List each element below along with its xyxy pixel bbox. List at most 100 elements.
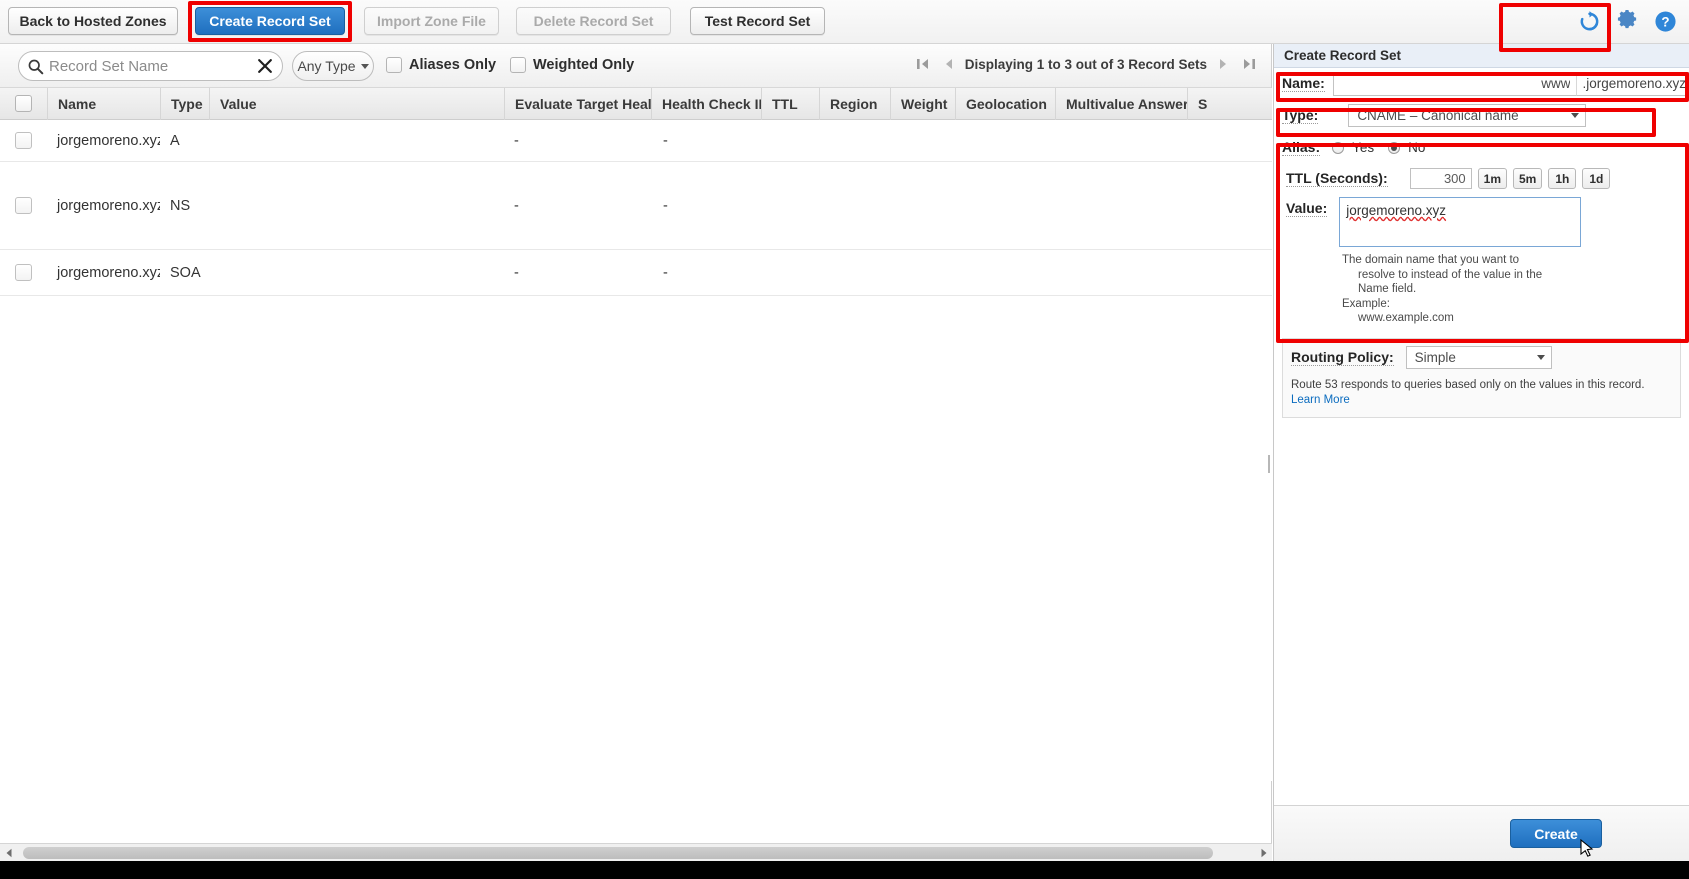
pagination-controls: Displaying 1 to 3 out of 3 Record Sets — [915, 56, 1257, 72]
cell-health-check-id: - — [651, 198, 761, 214]
alias-yes-radio[interactable] — [1332, 142, 1344, 154]
scroll-right-icon[interactable] — [1255, 844, 1272, 862]
type-filter-dropdown[interactable]: Any Type — [292, 51, 374, 81]
row-select-cell[interactable] — [0, 197, 47, 214]
alias-no-label: No — [1408, 140, 1425, 155]
cell-type: NS — [160, 198, 209, 214]
routing-policy-label: Routing Policy: — [1291, 349, 1394, 366]
ttl-preset-1h[interactable]: 1h — [1548, 168, 1576, 189]
search-icon — [27, 58, 44, 75]
column-header-set-id[interactable]: S — [1187, 88, 1217, 120]
column-header-region[interactable]: Region — [819, 88, 890, 120]
scroll-left-icon[interactable] — [0, 844, 17, 862]
weighted-only-checkbox[interactable]: Weighted Only — [510, 57, 634, 73]
value-help-line-3: Name field. — [1342, 282, 1689, 297]
checkbox-icon — [386, 57, 402, 73]
type-dropdown[interactable]: CNAME – Canonical name — [1348, 104, 1586, 127]
weighted-only-label: Weighted Only — [533, 57, 634, 73]
ttl-label: TTL (Seconds): — [1286, 170, 1388, 187]
name-input[interactable] — [1333, 72, 1577, 96]
ttl-preset-5m[interactable]: 5m — [1513, 168, 1542, 189]
delete-record-set-button[interactable]: Delete Record Set — [516, 7, 671, 35]
previous-page-icon[interactable] — [941, 56, 955, 72]
ttl-preset-1d[interactable]: 1d — [1582, 168, 1610, 189]
name-label: Name: — [1282, 75, 1325, 92]
value-help-example-label: Example: — [1342, 297, 1689, 312]
value-field-group: jorgemoreno.xyz — [1339, 197, 1581, 247]
row-checkbox[interactable] — [15, 197, 32, 214]
type-filter-label: Any Type — [297, 58, 355, 74]
scrollbar-thumb[interactable] — [23, 847, 1213, 859]
column-header-evaluate-target-health[interactable]: Evaluate Target Health — [504, 88, 651, 120]
checkbox-icon — [510, 57, 526, 73]
help-icon[interactable]: ? — [1654, 10, 1677, 33]
select-all-checkbox[interactable] — [15, 95, 32, 112]
bottom-black-strip — [0, 861, 1689, 879]
row-select-cell[interactable] — [0, 132, 47, 149]
import-zone-file-button[interactable]: Import Zone File — [364, 7, 499, 35]
radio-selected-dot — [1391, 145, 1397, 151]
first-page-icon[interactable] — [915, 56, 931, 72]
value-textarea[interactable]: jorgemoreno.xyz — [1339, 197, 1581, 247]
type-row: Type: CNAME – Canonical name — [1274, 99, 1689, 132]
alias-no-radio[interactable] — [1388, 142, 1400, 154]
table-row[interactable]: jorgemoreno.xyz. NS - - — [0, 162, 1272, 250]
chevron-down-icon — [361, 64, 369, 69]
routing-policy-dropdown[interactable]: Simple — [1406, 346, 1552, 369]
aliases-only-checkbox[interactable]: Aliases Only — [386, 57, 496, 73]
type-label: Type: — [1282, 107, 1318, 124]
table-row[interactable]: jorgemoreno.xyz. SOA - - — [0, 250, 1272, 296]
column-header-weight[interactable]: Weight — [890, 88, 955, 120]
column-header-type[interactable]: Type — [160, 88, 209, 120]
refresh-icon[interactable] — [1578, 10, 1601, 33]
row-select-cell[interactable] — [0, 264, 47, 281]
name-field-group[interactable]: .jorgemoreno.xyz — [1333, 72, 1689, 96]
search-box[interactable] — [18, 51, 283, 81]
routing-policy-row: Routing Policy: Simple — [1291, 346, 1672, 369]
top-toolbar: Back to Hosted Zones Create Record Set I… — [0, 0, 1689, 44]
select-all-header[interactable] — [0, 88, 47, 120]
value-help-line-2: resolve to instead of the value in the — [1342, 268, 1689, 283]
cell-health-check-id: - — [651, 133, 761, 149]
test-record-set-button[interactable]: Test Record Set — [690, 7, 825, 35]
next-page-icon[interactable] — [1217, 56, 1231, 72]
learn-more-link[interactable]: Learn More — [1291, 394, 1350, 406]
value-help-line-1: The domain name that you want to — [1342, 253, 1689, 268]
cell-name: jorgemoreno.xyz. — [47, 133, 160, 149]
aliases-only-label: Aliases Only — [409, 57, 496, 73]
name-suffix-label: .jorgemoreno.xyz — [1576, 72, 1689, 96]
create-record-set-button[interactable]: Create Record Set — [195, 7, 345, 35]
back-to-hosted-zones-button[interactable]: Back to Hosted Zones — [8, 7, 178, 35]
record-sets-list-panel: Any Type Aliases Only Weighted Only — [0, 44, 1272, 861]
type-selected-value: CNAME – Canonical name — [1357, 108, 1518, 123]
search-input[interactable] — [47, 53, 256, 79]
column-header-multivalue-answer[interactable]: Multivalue Answer — [1055, 88, 1187, 120]
table-row[interactable]: jorgemoreno.xyz. A - - — [0, 120, 1272, 162]
column-header-name[interactable]: Name — [47, 88, 160, 120]
create-record-set-form: Name: .jorgemoreno.xyz Type: CNAME – Can… — [1274, 68, 1689, 418]
svg-text:?: ? — [1661, 14, 1669, 29]
clear-x-icon[interactable] — [256, 57, 274, 75]
panel-resize-handle[interactable] — [1266, 455, 1272, 473]
name-row: Name: .jorgemoreno.xyz — [1274, 68, 1689, 99]
last-page-icon[interactable] — [1241, 56, 1257, 72]
row-checkbox[interactable] — [15, 264, 32, 281]
create-submit-button[interactable]: Create — [1510, 819, 1602, 848]
row-checkbox[interactable] — [15, 132, 32, 149]
route53-record-sets-screen: Back to Hosted Zones Create Record Set I… — [0, 0, 1689, 879]
column-header-value[interactable]: Value — [209, 88, 504, 120]
panel-footer: Create — [1274, 805, 1689, 861]
alias-row: Alias: Yes No — [1274, 132, 1689, 163]
column-header-geolocation[interactable]: Geolocation — [955, 88, 1055, 120]
ttl-input[interactable] — [1410, 168, 1472, 189]
horizontal-scrollbar[interactable] — [0, 843, 1272, 861]
scrollbar-track[interactable] — [17, 844, 1255, 862]
column-header-ttl[interactable]: TTL — [761, 88, 819, 120]
panel-title: Create Record Set — [1274, 44, 1689, 68]
ttl-preset-1m[interactable]: 1m — [1478, 168, 1507, 189]
gear-icon[interactable] — [1616, 10, 1639, 33]
routing-policy-note: Route 53 responds to queries based only … — [1291, 378, 1672, 408]
cell-name: jorgemoreno.xyz. — [47, 198, 160, 214]
column-header-health-check-id[interactable]: Health Check ID — [651, 88, 761, 120]
cell-evaluate-target-health: - — [504, 133, 651, 149]
